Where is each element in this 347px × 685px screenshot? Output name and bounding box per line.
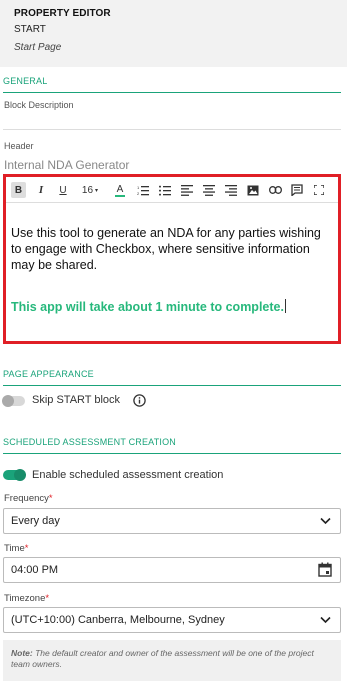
time-input[interactable]: 04:00 PM	[3, 557, 341, 583]
fullscreen-icon[interactable]	[312, 182, 326, 198]
svg-text:1: 1	[137, 185, 140, 190]
block-description-label: Block Description	[4, 100, 74, 110]
font-color-letter: A	[116, 183, 124, 195]
font-size-dropdown[interactable]: 16 ▾	[78, 182, 102, 198]
editor-body-text[interactable]: Use this tool to generate an NDA for any…	[11, 225, 331, 273]
required-marker: *	[48, 493, 53, 504]
section-divider	[3, 453, 341, 454]
info-icon[interactable]	[133, 394, 146, 412]
align-right-icon[interactable]	[224, 182, 238, 198]
enable-scheduled-toggle[interactable]	[3, 469, 26, 481]
link-icon[interactable]	[268, 182, 282, 198]
timezone-select[interactable]: (UTC+10:00) Canberra, Melbourne, Sydney	[3, 607, 341, 633]
timezone-label: Timezone*	[4, 593, 49, 604]
chevron-down-icon	[319, 613, 332, 631]
align-left-icon[interactable]	[180, 182, 194, 198]
timezone-label-text: Timezone	[4, 593, 46, 604]
svg-text:2: 2	[137, 191, 140, 196]
chevron-down-icon: ▾	[95, 187, 99, 194]
chevron-down-icon	[319, 514, 332, 532]
bullet-list-icon[interactable]	[158, 182, 172, 198]
timezone-value: (UTC+10:00) Canberra, Melbourne, Sydney	[11, 614, 225, 626]
time-label: Time*	[4, 543, 28, 554]
required-marker: *	[24, 543, 29, 554]
underline-button[interactable]: U	[56, 182, 70, 198]
section-general-title: GENERAL	[3, 76, 48, 86]
editor-highlight-text[interactable]: This app will take about 1 minute to com…	[11, 299, 286, 314]
panel-title: PROPERTY EDITOR	[14, 8, 111, 19]
time-label-text: Time	[4, 543, 25, 554]
highlight-text-content: This app will take about 1 minute to com…	[11, 300, 284, 314]
frequency-select[interactable]: Every day	[3, 508, 341, 534]
frequency-label: Frequency*	[4, 493, 53, 504]
block-description-field[interactable]	[3, 129, 341, 130]
enable-scheduled-label: Enable scheduled assessment creation	[32, 469, 224, 481]
align-center-icon[interactable]	[202, 182, 216, 198]
block-subtitle: Start Page	[14, 42, 62, 53]
editor-toolbar: B I U 16 ▾ A 12	[6, 177, 338, 203]
rich-text-editor[interactable]: B I U 16 ▾ A 12 Use this tool to generat…	[3, 174, 341, 344]
toggle-knob	[14, 469, 26, 481]
block-name: START	[14, 24, 46, 35]
font-color-button[interactable]: A	[113, 182, 127, 198]
note-prefix: Note:	[11, 648, 33, 658]
text-caret	[284, 299, 286, 313]
bold-button[interactable]: B	[11, 182, 26, 198]
image-icon[interactable]	[246, 182, 260, 198]
property-editor-header: PROPERTY EDITOR START Start Page	[0, 0, 347, 67]
toggle-knob	[2, 395, 14, 407]
font-size-value: 16	[81, 184, 94, 196]
skip-start-toggle[interactable]	[2, 395, 25, 407]
note-text: The default creator and owner of the ass…	[11, 648, 314, 669]
header-label: Header	[4, 141, 34, 151]
comment-icon[interactable]	[290, 182, 304, 198]
header-input[interactable]: Internal NDA Generator	[4, 158, 129, 172]
section-divider	[3, 92, 341, 93]
time-value: 04:00 PM	[11, 564, 59, 576]
section-scheduled-title: SCHEDULED ASSESSMENT CREATION	[3, 437, 177, 447]
frequency-label-text: Frequency	[4, 493, 49, 504]
skip-start-label: Skip START block	[32, 394, 121, 406]
calendar-icon[interactable]	[318, 562, 332, 582]
font-color-swatch	[115, 194, 125, 197]
italic-button[interactable]: I	[34, 182, 48, 198]
section-page-appearance-title: PAGE APPEARANCE	[3, 369, 94, 379]
required-marker: *	[45, 593, 50, 604]
numbered-list-icon[interactable]: 12	[136, 182, 150, 198]
scheduled-note: Note: The default creator and owner of t…	[3, 640, 341, 681]
section-divider	[3, 385, 341, 386]
frequency-value: Every day	[11, 515, 60, 527]
